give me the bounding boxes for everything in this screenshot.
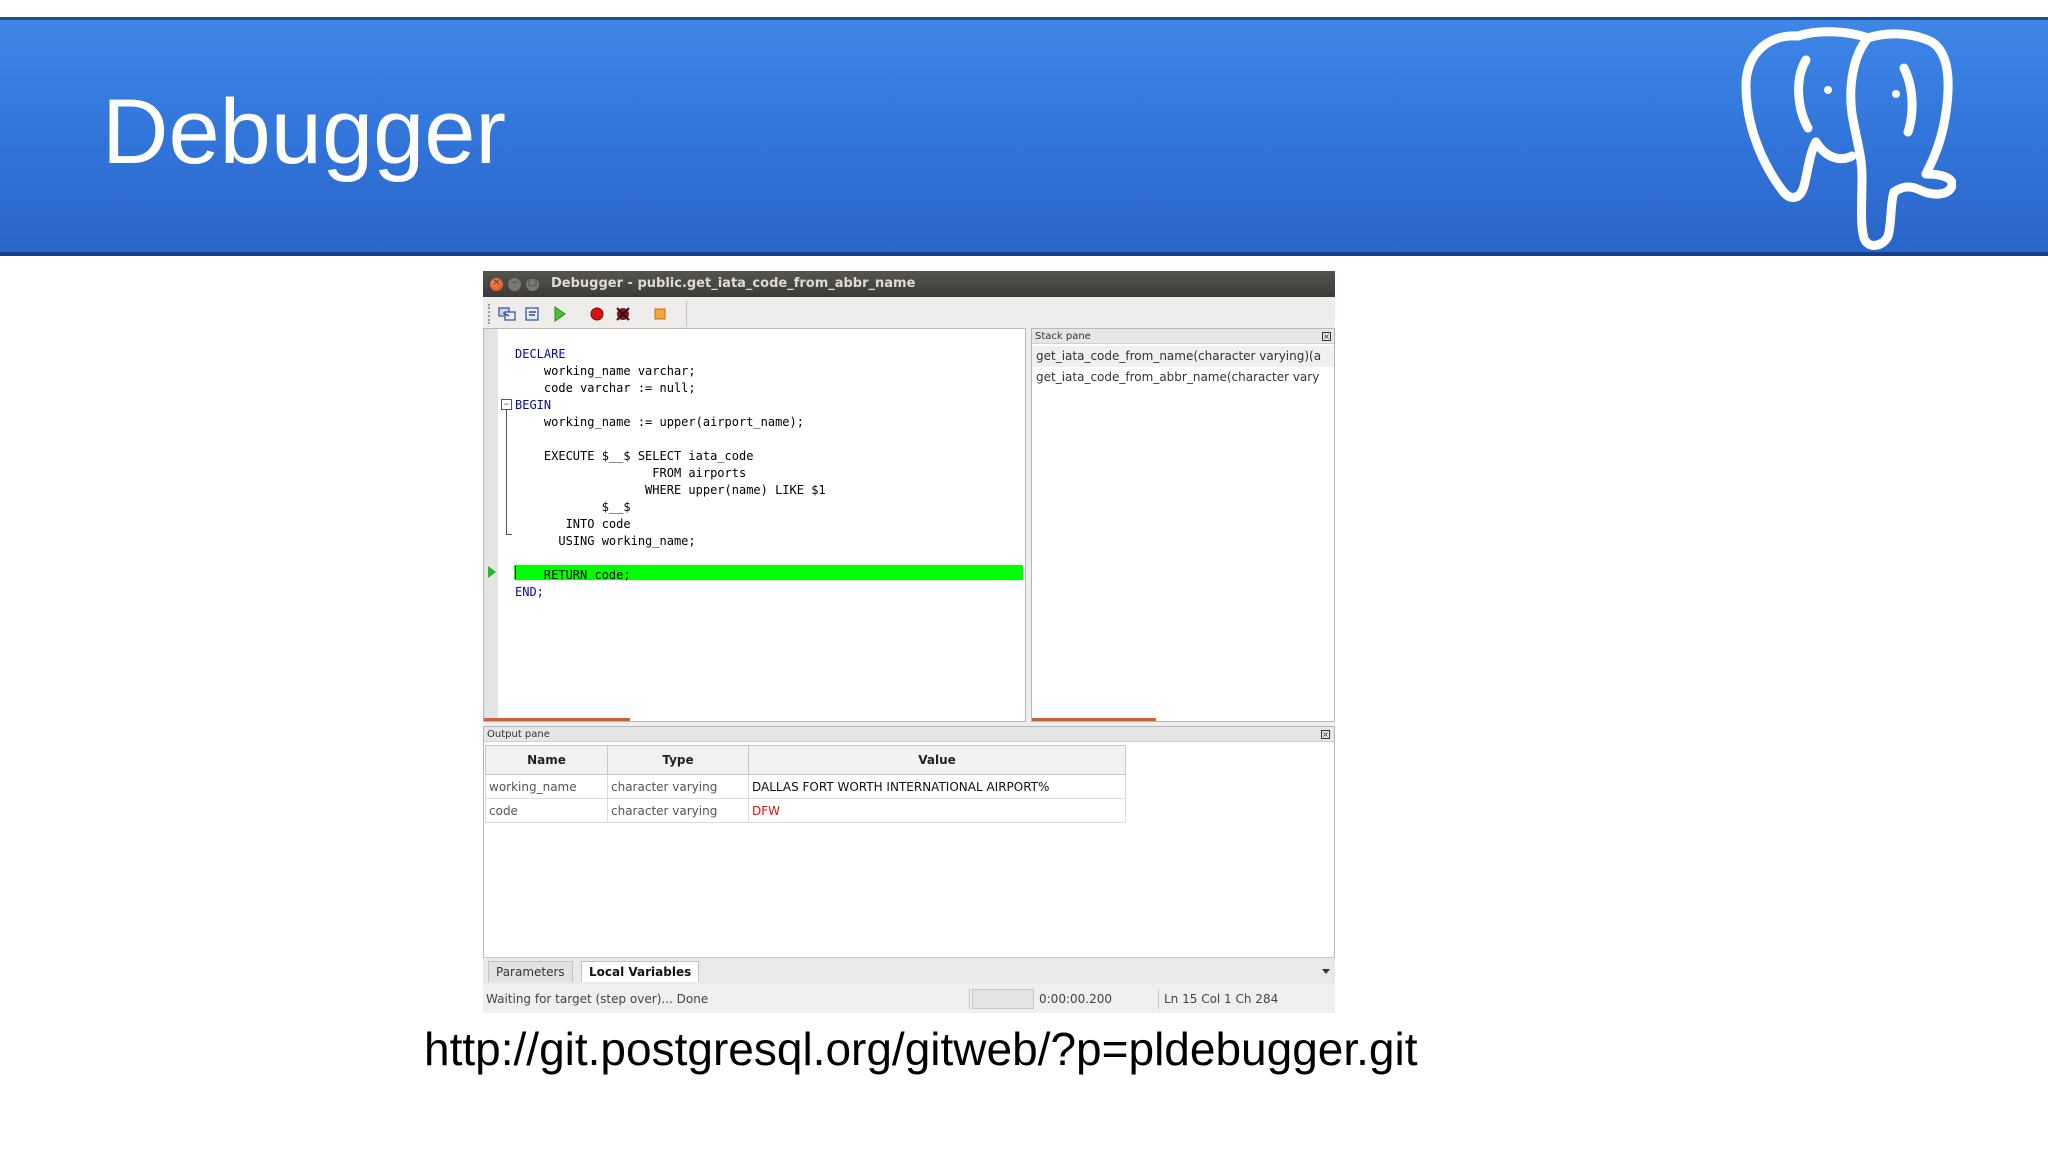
table-row[interactable]: code character varying DFW [485,798,1126,823]
variable-name-cell: code [485,798,608,823]
code-line: DECLARE [515,347,566,361]
step-over-icon[interactable] [523,304,543,324]
variable-value-cell[interactable]: DALLAS FORT WORTH INTERNATIONAL AIRPORT% [748,774,1126,799]
code-pane-scroll-indicator[interactable] [484,718,630,721]
column-header-name[interactable]: Name [485,745,608,775]
stack-pane: Stack pane × get_iata_code_from_name(cha… [1031,328,1335,722]
step-into-icon[interactable] [497,304,517,324]
code-line: FROM airports [515,466,747,480]
fold-guide-end [506,534,512,535]
code-line: USING working_name; [515,534,696,548]
code-line: WHERE upper(name) LIKE $1 [515,483,826,497]
code-line: INTO code [515,517,631,531]
window-minimize-button[interactable]: – [508,277,521,291]
variable-type-cell: character varying [607,774,749,799]
toolbar [483,297,1335,331]
postgresql-elephant-logo [1741,27,1956,250]
variable-type-cell: character varying [607,798,749,823]
window-close-button[interactable]: × [490,277,503,291]
stop-icon[interactable] [650,304,670,324]
code-text: DECLARE working_name varchar; code varch… [515,346,826,601]
tabs-dropdown-icon[interactable] [1322,969,1330,974]
code-line: $__$ [515,500,631,514]
status-elapsed-time: 0:00:00.200 [1036,989,1159,1009]
stack-frame[interactable]: get_iata_code_from_name(character varyin… [1032,346,1334,367]
maximize-icon: □ [527,277,538,288]
fold-guide-line [506,410,507,534]
status-message: Waiting for target (step over)... Done [483,989,970,1009]
output-pane-close-icon[interactable]: × [1321,730,1330,739]
header-bottom-border [0,252,2048,256]
code-line: END; [515,585,544,599]
code-line: EXECUTE $__$ SELECT iata_code [515,449,754,463]
fold-collapse-icon[interactable]: − [501,399,512,410]
current-line-arrow-icon [488,566,496,578]
slide-title: Debugger [102,81,507,183]
variables-table: Name Type Value working_name character v… [485,745,1126,823]
status-progress [972,989,1034,1009]
window-maximize-button[interactable]: □ [526,277,539,291]
status-bar: Waiting for target (step over)... Done 0… [483,987,1335,1011]
debugger-window: × – □ Debugger - public.get_iata_code_fr… [483,271,1335,1013]
code-line: BEGIN [515,398,552,412]
continue-icon[interactable] [549,304,569,324]
minimize-icon: – [512,277,517,288]
output-pane: Output pane × Name Type Value working_na… [483,726,1335,984]
variable-value-cell[interactable]: DFW [748,798,1126,823]
toolbar-separator [686,301,687,327]
table-header-row: Name Type Value [485,745,1126,775]
tab-local-variables[interactable]: Local Variables [581,961,700,982]
stack-pane-header: Stack pane [1032,329,1334,344]
pldebugger-url: http://git.postgresql.org/gitweb/?p=plde… [424,1023,1418,1075]
column-header-value[interactable]: Value [748,745,1126,775]
status-cursor-position: Ln 15 Col 1 Ch 284 [1164,992,1279,1006]
output-pane-header: Output pane [484,727,1334,742]
window-title: Debugger - public.get_iata_code_from_abb… [551,276,916,291]
table-row[interactable]: working_name character varying DALLAS FO… [485,774,1126,799]
output-tabs-bar: Parameters Local Variables [483,957,1335,984]
source-code-pane[interactable]: − DECLARE working_name varchar; code var… [483,328,1026,722]
code-line: working_name := upper(airport_name); [515,415,804,429]
code-line: code varchar := null; [515,381,696,395]
variable-name-cell: working_name [485,774,608,799]
stack-pane-scroll-indicator[interactable] [1032,718,1156,721]
code-line: working_name varchar; [515,364,696,378]
code-line-current: RETURN code; [515,568,631,582]
column-header-type[interactable]: Type [607,745,749,775]
stack-frame[interactable]: get_iata_code_from_abbr_name(character v… [1032,367,1334,388]
toolbar-grip[interactable] [488,304,492,324]
window-titlebar[interactable]: × – □ Debugger - public.get_iata_code_fr… [483,271,1335,297]
clear-breakpoints-icon[interactable] [613,304,633,324]
set-breakpoint-icon[interactable] [587,304,607,324]
tab-parameters[interactable]: Parameters [488,961,573,982]
breakpoint-gutter[interactable] [484,329,498,721]
close-icon: × [492,277,501,288]
stack-pane-close-icon[interactable]: × [1322,332,1331,341]
